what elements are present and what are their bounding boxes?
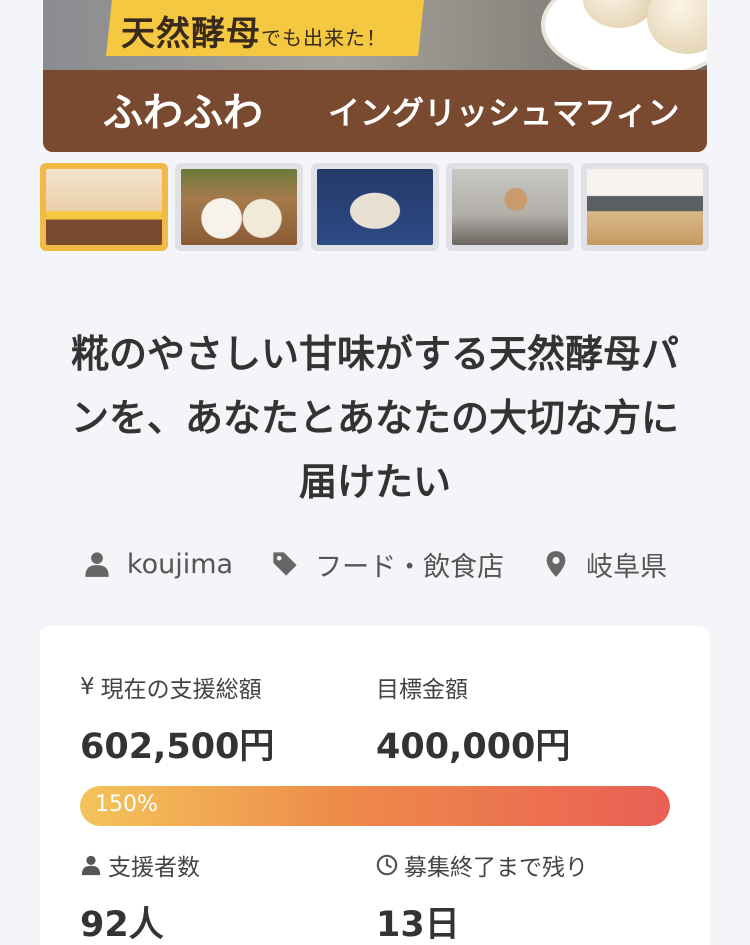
progress-fill — [80, 786, 670, 826]
progress-percent: 150% — [95, 792, 158, 817]
supporters-label: 支援者数 — [108, 855, 200, 881]
thumbnail-image — [317, 169, 433, 245]
user-icon — [81, 855, 101, 876]
thumbnail-image — [46, 169, 162, 245]
thumbnail-image — [181, 169, 297, 245]
user-icon — [85, 552, 109, 577]
goal-amount-stat: 目標金額 400,000円 — [376, 670, 570, 769]
funding-stats-card: ¥ 現在の支援総額 602,500円 目標金額 400,000円 150% 支援… — [40, 626, 710, 945]
map-pin-icon — [546, 551, 566, 577]
supporters-label-row: 支援者数 — [80, 848, 200, 882]
thumbnail-1[interactable] — [40, 163, 168, 251]
clock-icon — [376, 854, 398, 876]
hero-catch-copy: 天然酵母でも出来た！ — [121, 6, 387, 55]
thumbnail-3[interactable] — [311, 163, 439, 251]
hero-fuwa-text: ふわふわ — [103, 90, 263, 136]
project-category[interactable]: フード・飲食店 — [271, 545, 504, 584]
remaining-label: 募集終了まで残り — [404, 855, 588, 881]
tag-icon — [273, 552, 297, 576]
project-title: 糀のやさしい甘味がする天然酵母パ ンを、あなたとあなたの大切な方に 届けたい — [40, 322, 710, 514]
location-name: 岐阜県 — [586, 551, 668, 583]
yen-icon: ¥ — [80, 674, 95, 700]
project-title-line: 届けたい — [298, 460, 451, 504]
remaining-label-row: 募集終了まで残り — [376, 848, 588, 882]
project-title-line: ンを、あなたとあなたの大切な方に — [70, 396, 679, 440]
goal-amount-value: 400,000円 — [376, 727, 571, 767]
category-name: フード・飲食店 — [315, 551, 505, 583]
thumbnail-5[interactable] — [581, 163, 709, 251]
project-title-line: 糀のやさしい甘味がする天然酵母パ — [70, 332, 679, 376]
hero-muffin-text: イングリッシュマフィン — [328, 94, 680, 132]
current-amount-stat: ¥ 現在の支援総額 602,500円 — [80, 670, 274, 769]
thumbnail-image — [452, 169, 568, 245]
author-name: koujima — [126, 548, 234, 580]
hero-catch-small: でも出来た！ — [261, 26, 387, 50]
funding-progress-bar: 150% — [80, 786, 670, 826]
current-amount-label: 現在の支援総額 — [100, 677, 262, 703]
project-meta: koujima フード・飲食店 岐阜県 — [40, 540, 710, 588]
main-project-image: 天然酵母でも出来た！ ふわふわ イングリッシュマフィン — [43, 0, 707, 152]
thumbnail-4[interactable] — [446, 163, 574, 251]
current-amount-label-row: ¥ 現在の支援総額 — [80, 670, 274, 704]
supporters-value: 92人 — [80, 905, 164, 945]
current-amount-value: 602,500円 — [80, 727, 275, 767]
project-location[interactable]: 岐阜県 — [542, 545, 667, 584]
goal-amount-label: 目標金額 — [376, 677, 468, 703]
project-author[interactable]: koujima — [83, 549, 233, 580]
thumbnail-image — [587, 169, 703, 245]
thumbnail-2[interactable] — [175, 163, 303, 251]
remaining-days-stat: 募集終了まで残り 13日 — [376, 848, 588, 945]
remaining-value: 13日 — [376, 905, 460, 945]
hero-catch-main: 天然酵母 — [121, 14, 261, 54]
image-thumbnail-strip — [40, 163, 710, 251]
supporters-stat: 支援者数 92人 — [80, 848, 200, 945]
